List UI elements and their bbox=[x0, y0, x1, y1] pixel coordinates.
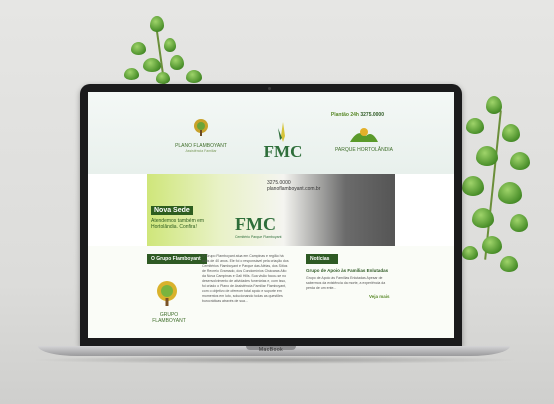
laptop-brand-label: MacBook bbox=[258, 347, 284, 353]
content-area: O Grupo Flamboyant GRUPO FLAMBOYANT O Gr… bbox=[88, 246, 454, 338]
site-header: Plantão 24h 3275.0000 PLANO FLAMBOYANT A… bbox=[88, 92, 454, 174]
see-more-link[interactable]: Veja mais bbox=[369, 294, 390, 299]
about-heading: O Grupo Flamboyant bbox=[147, 254, 207, 264]
camera-icon bbox=[268, 87, 271, 90]
banner-fmc-logo: FMC Cemitério Parque Flamboyant bbox=[235, 214, 282, 239]
about-text: O Grupo Flamboyant atua em Campinas e re… bbox=[202, 254, 289, 303]
fmc-mark-icon bbox=[278, 122, 285, 142]
tree-icon bbox=[157, 281, 177, 306]
laptop-shadow bbox=[30, 356, 520, 364]
news-item-text: Grupo de Apoio às Famílias Enlutadas Ape… bbox=[306, 276, 386, 290]
hills-icon bbox=[350, 128, 378, 142]
logo-plano-flamboyant[interactable]: PLANO FLAMBOYANT Assistência Familiar bbox=[166, 118, 236, 153]
website-screen: Plantão 24h 3275.0000 PLANO FLAMBOYANT A… bbox=[88, 92, 454, 338]
banner-wall-text: 3275.0000 planoflamboyant.com.br bbox=[267, 180, 321, 192]
phone-info: Plantão 24h 3275.0000 bbox=[330, 112, 384, 118]
news-heading: Notícias bbox=[306, 254, 338, 264]
logo-parque-hortolandia[interactable]: PARQUE HORTOLÂNDIA bbox=[334, 126, 394, 153]
hero-banner[interactable]: 3275.0000 planoflamboyant.com.br Nova Sed… bbox=[147, 174, 395, 246]
grupo-flamboyant-name: GRUPO FLAMBOYANT bbox=[152, 312, 186, 324]
grupo-flamboyant-logo bbox=[152, 280, 182, 313]
logo-parque-name: PARQUE HORTOLÂNDIA bbox=[334, 147, 394, 153]
logo-plano-tagline: Assistência Familiar bbox=[185, 149, 217, 153]
tree-icon bbox=[194, 119, 208, 136]
logo-fmc-name: FMC bbox=[263, 142, 303, 161]
banner-title: Nova Sede bbox=[151, 206, 193, 215]
news-item-title[interactable]: Grupo de Apoio às Famílias Enlutadas bbox=[306, 268, 388, 273]
banner-subtitle: Atendemos também em Hortolândia. Confira… bbox=[151, 218, 205, 230]
logo-fmc[interactable]: FMC bbox=[258, 122, 308, 162]
